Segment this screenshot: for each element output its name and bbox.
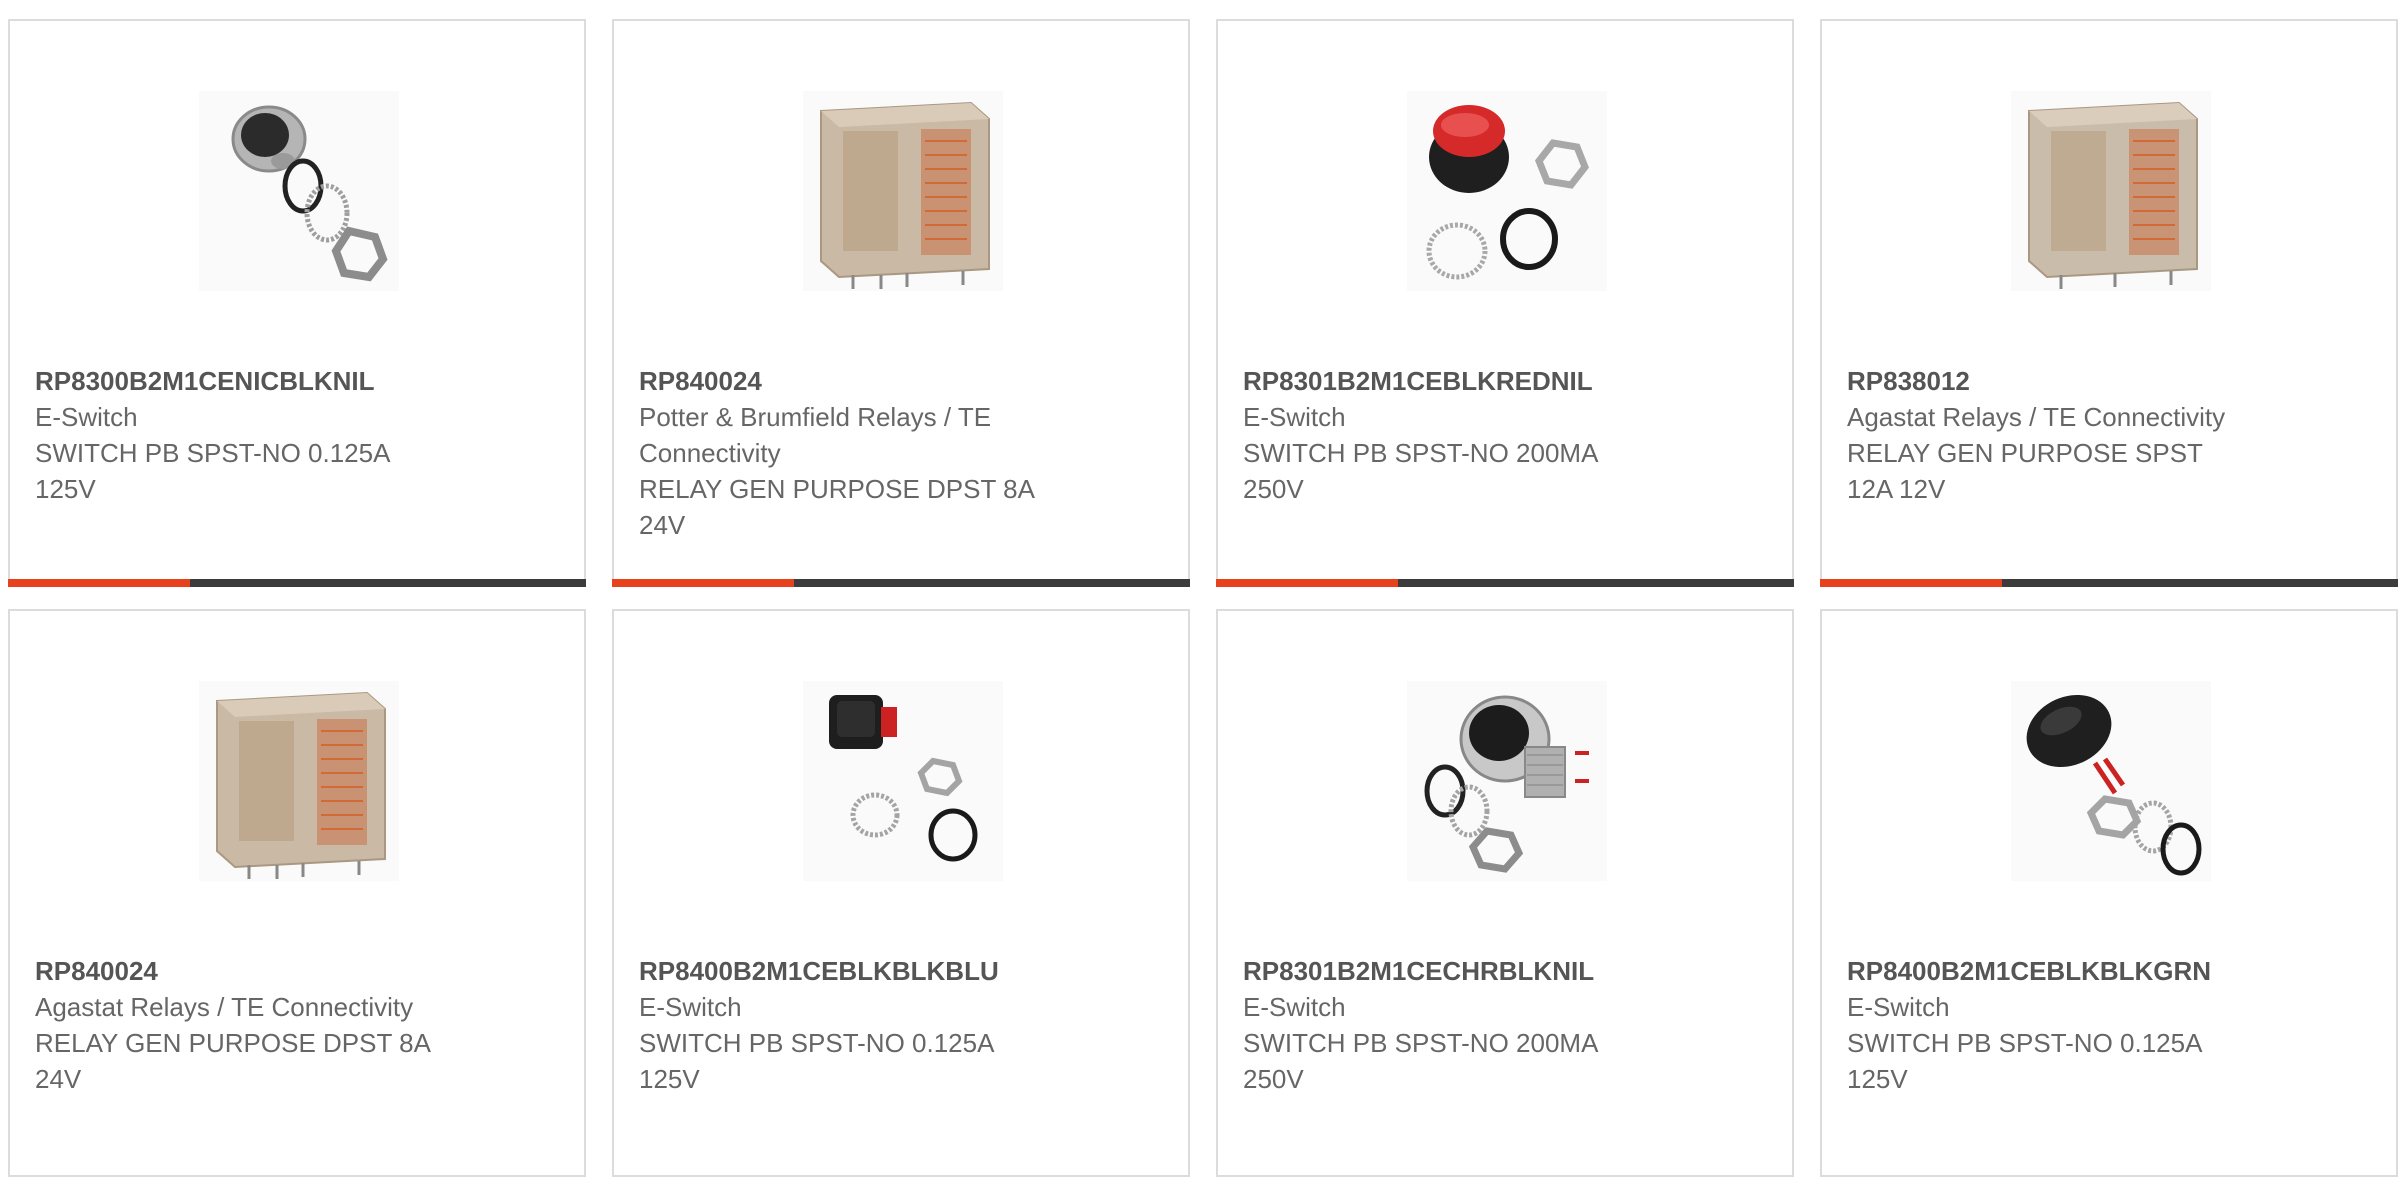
part-number[interactable]: RP8300B2M1CENICBLKNIL [35,363,572,399]
product-card[interactable]: RP840024 Potter & Brumfield Relays / TE … [612,19,1190,587]
product-card[interactable]: RP838012 Agastat Relays / TE Connectivit… [1820,19,2398,587]
part-number[interactable]: RP840024 [639,363,1176,399]
manufacturer: E-Switch [35,402,138,432]
card-bottom-bar [8,579,586,587]
card-bottom-bar [1820,579,2398,587]
manufacturer: Agastat Relays / TE Connectivity [1847,402,2226,432]
part-number[interactable]: RP8400B2M1CEBLKBLKBLU [639,953,1176,989]
pushbutton-switch-black-icon[interactable] [2011,681,2211,881]
pushbutton-switch-chrome-icon[interactable] [1407,681,1607,881]
manufacturer: Potter & Brumfield Relays / TE Connectiv… [639,402,992,468]
relay-icon[interactable] [199,681,399,881]
product-card[interactable]: RP8301B2M1CECHRBLKNIL E-Switch SWITCH PB… [1216,609,1794,1177]
product-card[interactable]: RP8301B2M1CEBLKREDNIL E-Switch SWITCH PB… [1216,19,1794,587]
card-bottom-bar [612,579,1190,587]
description: RELAY GEN PURPOSE DPST 8A 24V [35,1028,430,1094]
part-number[interactable]: RP8301B2M1CEBLKREDNIL [1243,363,1780,399]
part-number[interactable]: RP838012 [1847,363,2384,399]
description: SWITCH PB SPST-NO 0.125A 125V [639,1028,993,1094]
manufacturer: E-Switch [1243,402,1346,432]
manufacturer: Agastat Relays / TE Connectivity [35,992,414,1022]
description: SWITCH PB SPST-NO 0.125A 125V [1847,1028,2201,1094]
product-card[interactable]: RP8400B2M1CEBLKBLKBLU E-Switch SWITCH PB… [612,609,1190,1177]
relay-icon[interactable] [2011,91,2211,291]
description: SWITCH PB SPST-NO 200MA 250V [1243,438,1597,504]
description: SWITCH PB SPST-NO 200MA 250V [1243,1028,1597,1094]
product-card[interactable]: RP8400B2M1CEBLKBLKGRN E-Switch SWITCH PB… [1820,609,2398,1177]
card-accent [8,579,190,587]
part-number[interactable]: RP8301B2M1CECHRBLKNIL [1243,953,1780,989]
manufacturer: E-Switch [1243,992,1346,1022]
part-number[interactable]: RP8400B2M1CEBLKBLKGRN [1847,953,2384,989]
product-card[interactable]: RP8300B2M1CENICBLKNIL E-Switch SWITCH PB… [8,19,586,587]
pushbutton-switch-square-icon[interactable] [803,681,1003,881]
card-bottom-bar [1216,579,1794,587]
card-accent [612,579,794,587]
manufacturer: E-Switch [1847,992,1950,1022]
card-accent [1820,579,2002,587]
pushbutton-switch-silver-icon[interactable] [199,91,399,291]
manufacturer: E-Switch [639,992,742,1022]
description: SWITCH PB SPST-NO 0.125A 125V [35,438,389,504]
part-number[interactable]: RP840024 [35,953,572,989]
card-accent [1216,579,1398,587]
description: RELAY GEN PURPOSE SPST 12A 12V [1847,438,2203,504]
pushbutton-switch-red-icon[interactable] [1407,91,1607,291]
product-card[interactable]: RP840024 Agastat Relays / TE Connectivit… [8,609,586,1177]
description: RELAY GEN PURPOSE DPST 8A 24V [639,474,1034,540]
relay-icon[interactable] [803,91,1003,291]
